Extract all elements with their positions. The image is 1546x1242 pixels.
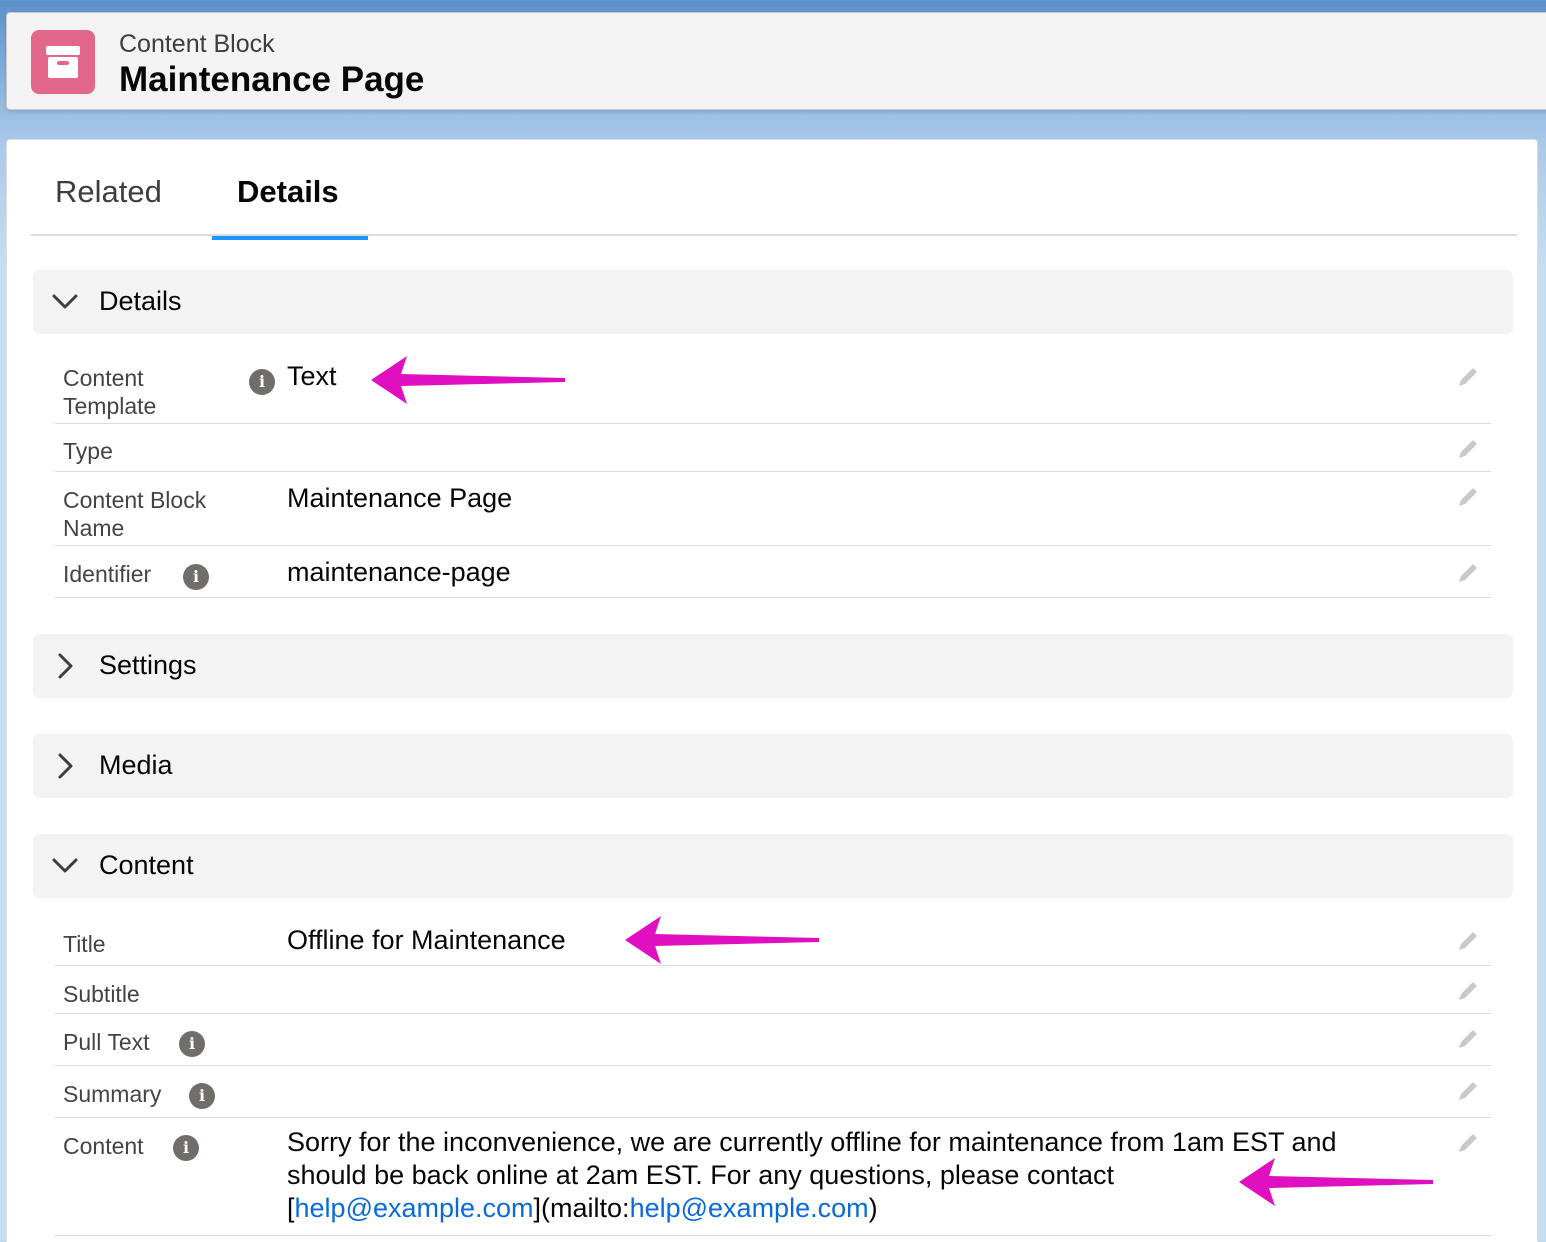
record-header: Content Block Maintenance Page (6, 12, 1546, 110)
pencil-icon[interactable] (1455, 364, 1481, 390)
pencil-icon[interactable] (1455, 1130, 1481, 1156)
info-icon[interactable]: i (189, 1083, 215, 1109)
field-value-content-template: Text (287, 361, 337, 391)
section-settings-header[interactable]: Settings (33, 634, 1513, 698)
info-icon[interactable]: i (183, 564, 209, 590)
field-row-summary: Summary i (55, 1066, 1491, 1118)
field-value-identifier: maintenance-page (287, 557, 511, 587)
field-row-title: Title Offline for Maintenance (55, 916, 1491, 966)
email-link[interactable]: help@example.com (630, 1193, 869, 1223)
field-row-content-block-name: Content Block Name Maintenance Page (55, 472, 1491, 546)
field-value-title: Offline for Maintenance (287, 925, 566, 955)
field-row-pull-text: Pull Text i (55, 1014, 1491, 1066)
field-row-type: Type (55, 424, 1491, 472)
email-link[interactable]: help@example.com (295, 1193, 534, 1223)
field-row-content: Content i Sorry for the inconvenience, w… (55, 1118, 1491, 1236)
field-label-content: Content (63, 1133, 144, 1159)
archive-box-icon (31, 30, 95, 94)
field-row-identifier: Identifier i maintenance-page (55, 546, 1491, 598)
info-icon[interactable]: i (179, 1031, 205, 1057)
annotation-arrow (625, 916, 819, 964)
section-settings-label: Settings (99, 650, 197, 680)
tab-bar: Related Details (31, 140, 1517, 240)
section-details-label: Details (99, 286, 182, 316)
tab-related[interactable]: Related (55, 174, 162, 236)
chevron-right-icon (58, 753, 73, 779)
annotation-arrow (371, 356, 565, 404)
info-icon[interactable]: i (173, 1135, 199, 1161)
chevron-down-icon (52, 858, 78, 873)
info-icon[interactable]: i (249, 369, 275, 395)
object-type-label: Content Block (119, 30, 275, 58)
field-label-summary: Summary (63, 1081, 162, 1107)
field-label-title: Title (63, 931, 106, 957)
chevron-right-icon (58, 653, 73, 679)
field-label-content-template: Content Template (63, 365, 157, 419)
pencil-icon[interactable] (1455, 1078, 1481, 1104)
pencil-icon[interactable] (1455, 928, 1481, 954)
record-detail-card: Related Details Details Content Template… (6, 139, 1538, 1242)
field-label-pull-text: Pull Text (63, 1029, 150, 1055)
pencil-icon[interactable] (1455, 436, 1481, 462)
pencil-icon[interactable] (1455, 560, 1481, 586)
field-row-content-template: Content Template i Text (55, 356, 1491, 424)
pencil-icon[interactable] (1455, 484, 1481, 510)
field-row-subtitle: Subtitle (55, 966, 1491, 1014)
section-content-label: Content (99, 850, 194, 880)
section-media-header[interactable]: Media (33, 734, 1513, 798)
content-line-1: Sorry for the inconvenience, we are curr… (287, 1127, 1337, 1157)
field-label-subtitle: Subtitle (63, 981, 140, 1007)
section-content-header[interactable]: Content (33, 834, 1513, 898)
pencil-icon[interactable] (1455, 978, 1481, 1004)
chevron-down-icon (52, 294, 78, 309)
field-value-content-block-name: Maintenance Page (287, 483, 513, 513)
annotation-arrow (1239, 1158, 1433, 1206)
field-label-content-block-name: Content Block Name (63, 487, 207, 541)
section-media-label: Media (99, 750, 173, 780)
record-title: Maintenance Page (119, 60, 425, 99)
field-label-identifier: Identifier (63, 561, 152, 587)
tab-details[interactable]: Details (212, 174, 368, 240)
pencil-icon[interactable] (1455, 1026, 1481, 1052)
section-details-header[interactable]: Details (33, 270, 1513, 334)
field-label-type: Type (63, 438, 113, 464)
